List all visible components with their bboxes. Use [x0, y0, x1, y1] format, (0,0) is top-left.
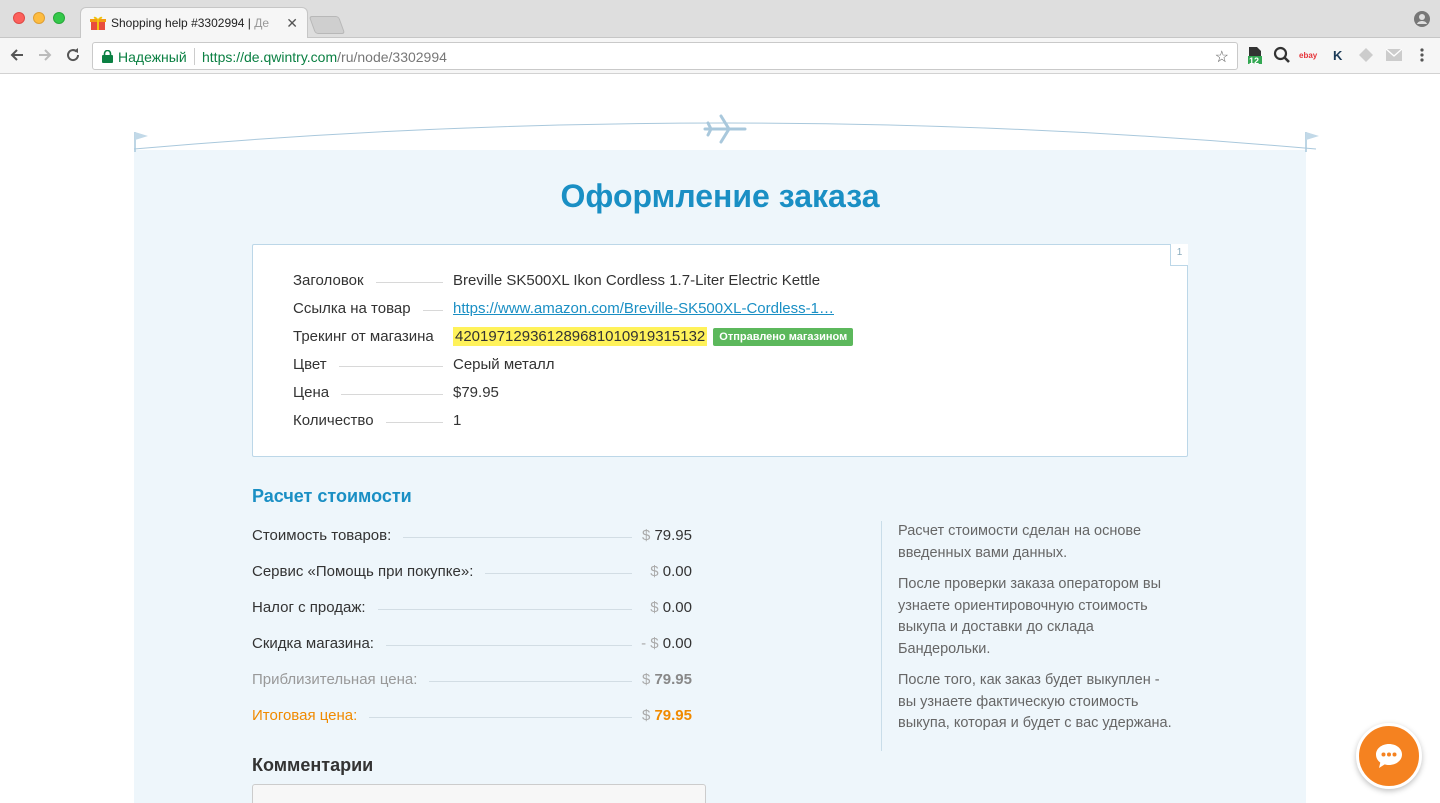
mail-extension-icon[interactable] — [1386, 49, 1402, 61]
order-row-quantity: Количество 1 — [293, 412, 1153, 432]
order-row-title: Заголовок Breville SK500XL Ikon Cordless… — [293, 272, 1153, 292]
menu-kebab-icon[interactable] — [1416, 47, 1428, 63]
k-extension-icon[interactable]: K — [1333, 48, 1342, 63]
cost-label: Сервис «Помощь при покупке»: — [252, 563, 486, 580]
browser-tab[interactable]: Shopping help #3302994 | Де ✕ — [80, 7, 308, 39]
row-label: Ссылка на товар — [293, 300, 423, 317]
order-row-color: Цвет Серый металл — [293, 356, 1153, 376]
cost-notes: Расчет стоимости сделан на основе введен… — [881, 521, 1181, 751]
chat-bubble-icon — [1376, 744, 1402, 768]
url-text[interactable]: https://de.qwintry.com/ru/node/3302994 — [202, 49, 447, 65]
cost-label: Скидка магазина: — [252, 635, 386, 652]
cost-row-discount: Скидка магазина: - $ 0.00 — [252, 635, 692, 655]
cost-value: $ 0.00 — [642, 599, 692, 616]
cost-label: Стоимость товаров: — [252, 527, 404, 544]
address-bar[interactable]: Надежный https://de.qwintry.com/ru/node/… — [92, 42, 1238, 70]
chat-button[interactable] — [1356, 723, 1422, 789]
profile-icon[interactable] — [1414, 11, 1430, 27]
status-badge: Отправлено магазином — [713, 328, 854, 346]
browser-toolbar: Надежный https://de.qwintry.com/ru/node/… — [0, 38, 1440, 74]
back-arrow-icon[interactable] — [8, 46, 26, 64]
reload-icon[interactable] — [64, 46, 82, 64]
order-row-link: Ссылка на товар https://www.amazon.com/B… — [293, 300, 1153, 320]
order-row-price: Цена $79.95 — [293, 384, 1153, 404]
cost-label: Налог с продаж: — [252, 599, 378, 616]
order-row-tracking: Трекинг от магазина 42019712936128968101… — [293, 327, 1153, 348]
cost-row-approx: Приблизительная цена: $ 79.95 — [252, 671, 692, 691]
browser-tab-bar: Shopping help #3302994 | Де ✕ — [0, 0, 1440, 39]
cost-label: Приблизительная цена: — [252, 671, 430, 688]
page-title: Оформление заказа — [560, 178, 880, 214]
row-label: Заголовок — [293, 272, 376, 289]
search-extension-icon[interactable] — [1273, 46, 1291, 64]
cost-row-tax: Налог с продаж: $ 0.00 — [252, 599, 692, 619]
order-details-box: 1 Заголовок Breville SK500XL Ikon Cordle… — [252, 244, 1188, 457]
cost-value: $ 79.95 — [633, 671, 692, 688]
minimize-window-button[interactable] — [33, 12, 45, 24]
cost-row-goods: Стоимость товаров: $ 79.95 — [252, 527, 692, 547]
row-value: $79.95 — [453, 384, 499, 401]
cost-value: $ 79.95 — [633, 527, 692, 544]
secure-label: Надежный — [118, 49, 187, 65]
bookmark-star-icon[interactable]: ☆ — [1215, 47, 1229, 67]
cost-value: $ 0.00 — [642, 563, 692, 580]
cost-section-title: Расчет стоимости — [252, 486, 412, 506]
ebay-extension-icon[interactable]: ebay — [1299, 51, 1317, 60]
row-label: Цвет — [293, 356, 339, 373]
new-tab-button[interactable] — [308, 16, 346, 34]
comments-title: Комментарии — [252, 755, 374, 775]
cost-value: $ 79.95 — [633, 707, 692, 724]
close-window-button[interactable] — [13, 12, 25, 24]
note-paragraph: Расчет стоимости сделан на основе введен… — [898, 523, 1142, 561]
lock-icon — [102, 50, 113, 63]
zoom-window-button[interactable] — [53, 12, 65, 24]
extension-badge: 12 — [1249, 56, 1260, 66]
header-decoration — [133, 114, 1319, 152]
row-value: Breville SK500XL Ikon Cordless 1.7-Liter… — [453, 272, 821, 289]
row-label: Трекинг от магазина — [293, 328, 446, 345]
address-separator — [194, 48, 195, 65]
puzzle-extension-icon[interactable] — [1358, 47, 1374, 63]
row-label: Количество — [293, 412, 386, 429]
gift-icon — [90, 16, 106, 30]
row-label: Цена — [293, 384, 342, 401]
note-paragraph: После проверки заказа оператором вы узна… — [898, 576, 1162, 657]
tab-title: Shopping help #3302994 | Де — [111, 16, 270, 30]
cost-value: - $ 0.00 — [633, 635, 692, 652]
row-value: 1 — [453, 412, 462, 429]
tracking-number: 420197129361289681010919315132 — [453, 327, 708, 346]
product-link[interactable]: https://www.amazon.com/Breville-SK500XL-… — [453, 300, 834, 317]
tab-close-icon[interactable]: ✕ — [286, 15, 298, 31]
row-value: Серый металл — [453, 356, 555, 373]
note-paragraph: После того, как заказ будет выкуплен - в… — [898, 672, 1172, 731]
forward-arrow-icon[interactable] — [36, 46, 54, 64]
airplane-icon — [703, 114, 747, 144]
comment-textarea[interactable] — [252, 784, 706, 803]
cost-label: Итоговая цена: — [252, 707, 370, 724]
cost-row-total: Итоговая цена: $ 79.95 — [252, 707, 692, 727]
cost-row-service: Сервис «Помощь при покупке»: $ 0.00 — [252, 563, 692, 583]
box-number: 1 — [1170, 244, 1188, 266]
